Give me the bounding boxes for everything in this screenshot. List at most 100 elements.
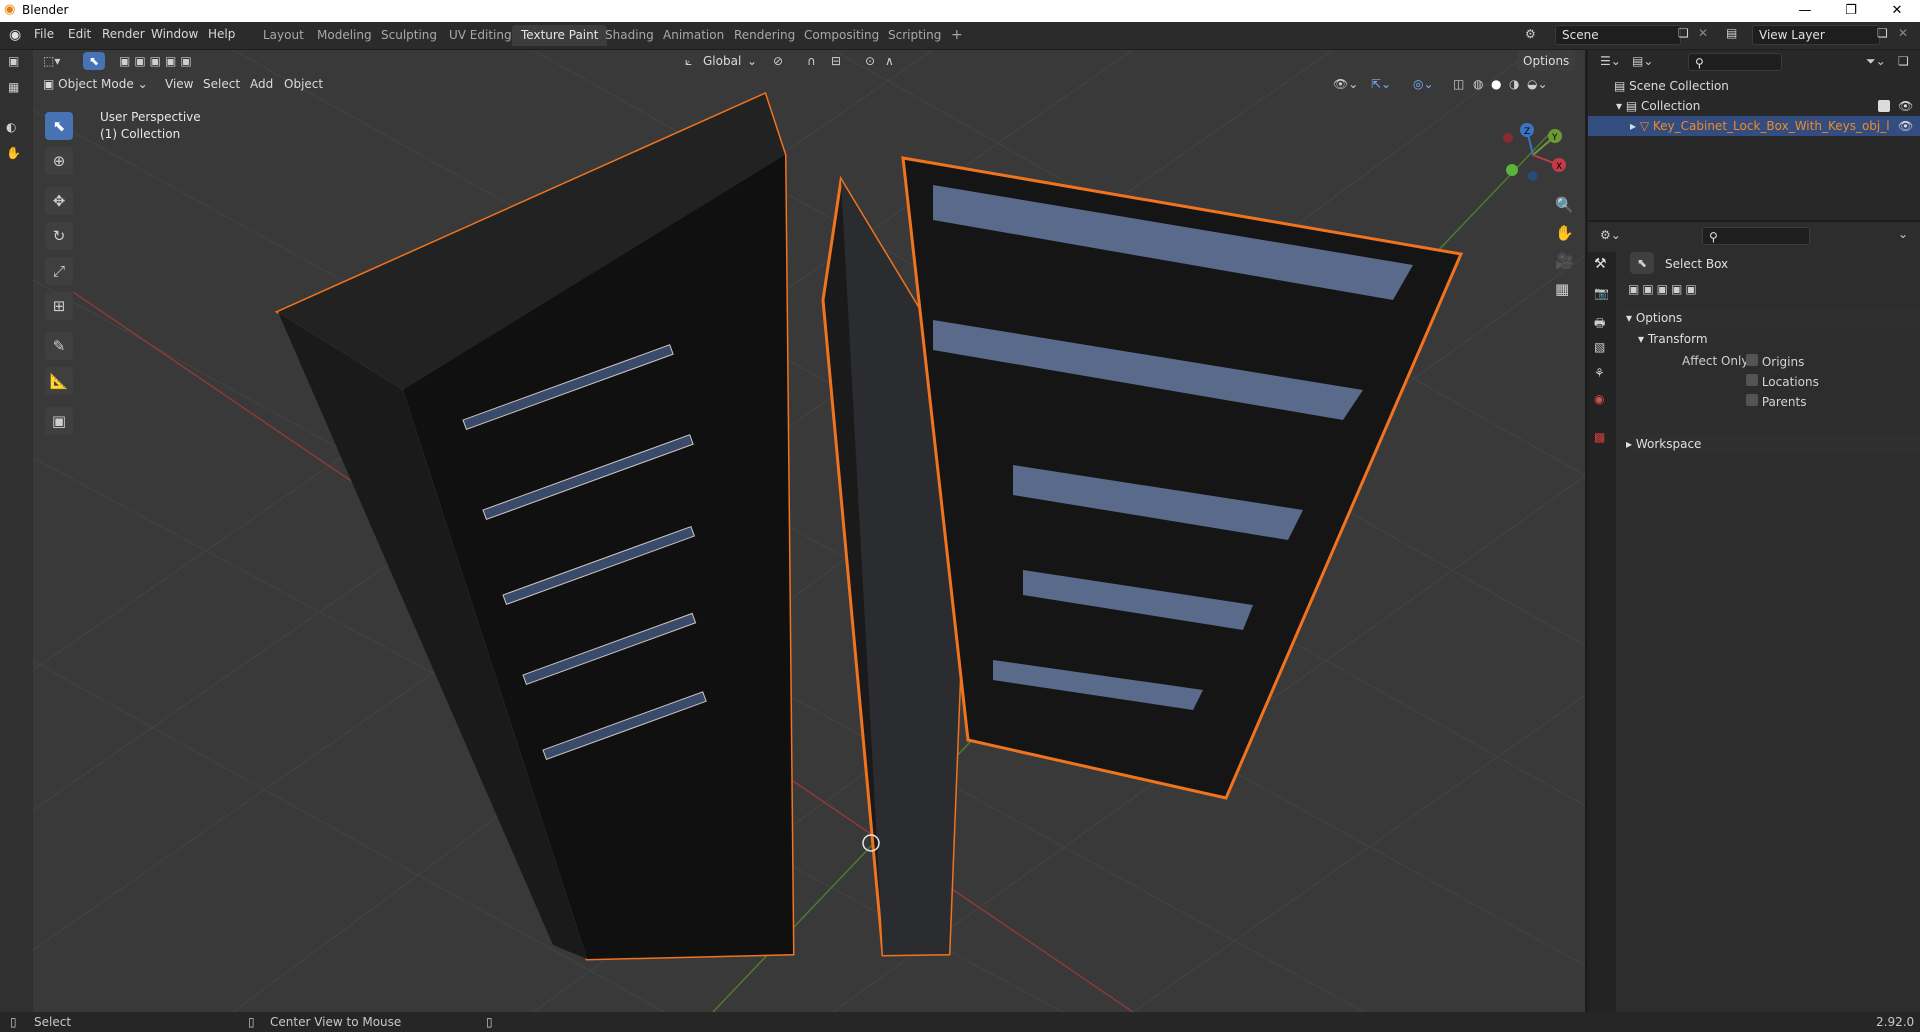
tab-texture-paint[interactable]: Texture Paint [512, 25, 608, 46]
filter-icon[interactable]: ⏷⌄ [1866, 54, 1886, 69]
paint-editor-icon[interactable]: ▦ [8, 80, 19, 94]
scene-tab-icon[interactable]: ⚘ [1594, 366, 1605, 380]
texture-tab-icon[interactable]: ▩ [1594, 430, 1605, 444]
menu-object[interactable]: Object [284, 74, 323, 94]
orientation-dropdown[interactable]: Global [703, 51, 741, 71]
3d-viewport[interactable]: ⬚▾ ⬉ ▣▣▣▣▣ ⟀ Global ⌄ ⊘ ∩ ⊟ ⊙ ∧ Options … [33, 50, 1585, 1012]
new-view-layer-icon[interactable]: ❏ [1877, 26, 1888, 40]
parents-checkbox[interactable] [1746, 394, 1758, 406]
menu-add[interactable]: Add [250, 74, 273, 94]
camera-icon[interactable]: 🎥 [1555, 252, 1574, 270]
tab-modeling[interactable]: Modeling [308, 25, 381, 46]
outliner-row-collection[interactable]: ▾ ▤ Collection 👁 [1588, 96, 1920, 116]
outliner-row-key-cabinet[interactable]: ▸ ▽ Key_Cabinet_Lock_Box_With_Keys_obj_l… [1588, 116, 1920, 136]
menu-window[interactable]: Window [151, 27, 198, 41]
options-dropdown[interactable]: Options [1517, 51, 1576, 71]
rendered-shading-icon[interactable]: ◒⌄ [1527, 74, 1548, 94]
menu-file[interactable]: File [34, 27, 54, 41]
view-layer-tab-icon[interactable]: ▧ [1594, 340, 1605, 354]
solid-shading-icon[interactable]: ● [1491, 74, 1501, 94]
add-cube-tool-icon[interactable]: ▣ [45, 407, 73, 435]
perspective-grid-icon[interactable]: ▦ [1555, 280, 1569, 298]
disclosure-open-icon[interactable]: ▾ [1616, 99, 1626, 113]
transform-tool-icon[interactable]: ⊞ [45, 292, 73, 320]
locations-checkbox-row[interactable]: Locations [1746, 374, 1819, 389]
key-cabinet-model[interactable] [274, 91, 1464, 961]
menu-select[interactable]: Select [203, 74, 240, 94]
measure-tool-icon[interactable]: 📐 [45, 367, 73, 395]
pivot-point-icon[interactable]: ⊘ [773, 51, 783, 71]
options-section-header[interactable]: ▾ Options [1626, 308, 1920, 328]
scene-name-field[interactable]: Scene [1555, 25, 1681, 45]
panel-options-chevron-icon[interactable]: ⌄ [1898, 227, 1908, 241]
scene-browse-icon[interactable]: ⚙ [1525, 27, 1536, 41]
tab-uv-editing[interactable]: UV Editing [440, 25, 521, 46]
display-mode-icon[interactable]: ▤⌄ [1632, 54, 1653, 68]
properties-editor-type-icon[interactable]: ⚙⌄ [1600, 228, 1621, 242]
properties-search-input[interactable]: ⚲ [1702, 227, 1810, 245]
editor-type-icon[interactable]: ▣ [8, 54, 19, 68]
scale-tool-icon[interactable]: ⤢ [45, 257, 73, 285]
menu-edit[interactable]: Edit [68, 27, 91, 41]
tab-compositing[interactable]: Compositing [795, 25, 888, 46]
snap-target-icon[interactable]: ⊟ [831, 51, 841, 71]
menu-view[interactable]: View [165, 74, 193, 94]
gizmo-neg-y-icon[interactable] [1506, 164, 1518, 176]
annotate-tool-icon[interactable]: ✎ [45, 332, 73, 360]
render-tab-icon[interactable]: 📷 [1594, 286, 1609, 300]
outliner-search-input[interactable]: ⚲ [1688, 53, 1782, 71]
selection-mode-icons[interactable]: ▣▣▣▣▣ [119, 54, 196, 68]
cursor-tool-icon[interactable]: ⊕ [45, 147, 73, 175]
tool-tab-icon[interactable]: ⚒ [1594, 256, 1607, 272]
proportional-edit-icon[interactable]: ⊙ [865, 51, 875, 71]
visibility-icon[interactable]: 👁⌄ [1333, 74, 1358, 94]
orientation-icon[interactable]: ⟀ [685, 51, 692, 71]
move-tool-icon[interactable]: ✥ [45, 187, 73, 215]
xray-icon[interactable]: ◫ [1453, 74, 1464, 94]
navigate-icon[interactable]: ◐ [6, 120, 16, 134]
mode-dropdown[interactable]: ▣ Object Mode ⌄ [37, 74, 154, 94]
hand-pan-icon[interactable]: ✋ [6, 146, 21, 160]
parents-checkbox-row[interactable]: Parents [1746, 394, 1807, 409]
material-shading-icon[interactable]: ◑ [1509, 74, 1519, 94]
close-button[interactable]: ✕ [1874, 0, 1920, 22]
output-tab-icon[interactable]: 🖶 [1594, 314, 1605, 335]
origins-checkbox-row[interactable]: Origins [1746, 354, 1804, 369]
tab-layout[interactable]: Layout [254, 25, 313, 46]
tab-scripting[interactable]: Scripting [879, 25, 950, 46]
snap-icon[interactable]: ∩ [807, 51, 816, 71]
gizmo-toggle-icon[interactable]: ⇱⌄ [1371, 74, 1391, 94]
menu-render[interactable]: Render [102, 27, 145, 41]
world-tab-icon[interactable]: ◉ [1594, 392, 1604, 406]
rotate-tool-icon[interactable]: ↻ [45, 222, 73, 250]
locations-checkbox[interactable] [1746, 374, 1758, 386]
transform-subsection-header[interactable]: ▾ Transform [1638, 332, 1708, 346]
blender-menu-icon[interactable]: ◉ [9, 27, 21, 43]
workspace-section-header[interactable]: ▸ Workspace [1626, 434, 1920, 454]
tool-mode-icons[interactable]: ▣▣▣▣▣ [1628, 282, 1700, 296]
gizmo-neg-x-icon[interactable] [1503, 133, 1513, 143]
tab-animation[interactable]: Animation [654, 25, 733, 46]
select-tool-icon[interactable]: ⬉ [83, 52, 105, 70]
eye-icon[interactable]: 👁 [1898, 96, 1913, 116]
origins-checkbox[interactable] [1746, 354, 1758, 366]
overlays-icon[interactable]: ◎⌄ [1413, 74, 1434, 94]
outliner-row-scene-collection[interactable]: ▤ Scene Collection [1588, 76, 1920, 96]
eye-icon[interactable]: 👁 [1898, 116, 1913, 136]
delete-scene-icon[interactable]: ✕ [1698, 26, 1708, 40]
delete-view-layer-icon[interactable]: ✕ [1898, 26, 1908, 40]
wireframe-shading-icon[interactable]: ◍ [1473, 74, 1483, 94]
gizmo-neg-z-icon[interactable] [1528, 171, 1538, 181]
tab-shading[interactable]: Shading [596, 25, 663, 46]
select-box-tool-icon[interactable]: ⬉ [45, 112, 73, 140]
editor-type-dropdown-icon[interactable]: ⬚▾ [43, 54, 60, 68]
add-workspace-button[interactable]: + [942, 25, 972, 46]
tab-sculpting[interactable]: Sculpting [372, 25, 446, 46]
menu-help[interactable]: Help [208, 27, 235, 41]
pan-hand-icon[interactable]: ✋ [1555, 224, 1574, 242]
zoom-icon[interactable]: 🔍 [1555, 196, 1574, 214]
disclosure-closed-icon[interactable]: ▸ [1630, 119, 1640, 133]
outliner-editor-type-icon[interactable]: ☰⌄ [1600, 54, 1621, 68]
falloff-icon[interactable]: ∧ [885, 51, 894, 71]
exclude-checkbox[interactable] [1878, 100, 1890, 112]
